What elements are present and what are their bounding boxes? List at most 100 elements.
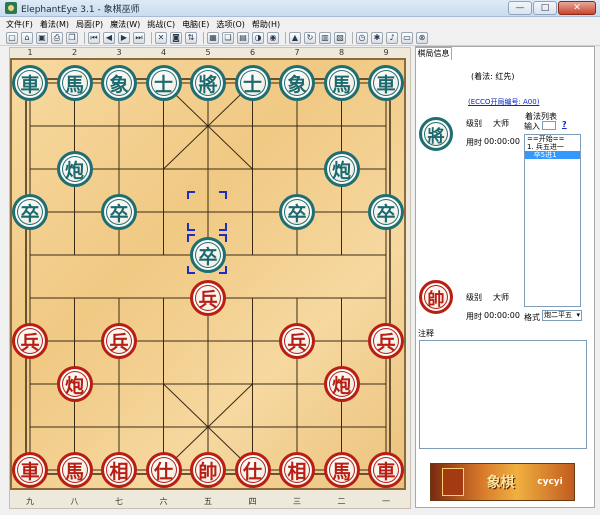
new-file-icon[interactable]: ▢ bbox=[6, 32, 18, 44]
menu-challenge[interactable]: 挑战(C) bbox=[147, 19, 175, 30]
black-piece[interactable]: 馬 bbox=[56, 65, 93, 101]
settings-icon[interactable]: ✱ bbox=[371, 32, 383, 44]
prev-move-icon[interactable]: ◀ bbox=[103, 32, 115, 44]
lock-icon[interactable]: ▲ bbox=[289, 32, 301, 44]
black-piece[interactable]: 士 bbox=[234, 65, 271, 101]
notes-textarea[interactable] bbox=[419, 340, 587, 449]
black-level: 大师 bbox=[493, 119, 509, 128]
red-piece[interactable]: 兵 bbox=[279, 323, 315, 359]
black-piece[interactable]: 象 bbox=[101, 65, 137, 101]
file-label-top: 5 bbox=[205, 48, 211, 57]
black-piece[interactable]: 象 bbox=[279, 65, 315, 101]
file-label-bottom: 二 bbox=[337, 497, 346, 506]
black-piece[interactable]: 車 bbox=[368, 65, 404, 101]
file-label-top: 7 bbox=[294, 48, 300, 57]
red-piece[interactable]: 兵 bbox=[101, 323, 137, 359]
move-list[interactable]: ==开始== 1. 兵五进一 卒5进1 bbox=[524, 134, 581, 307]
menu-help[interactable]: 帮助(H) bbox=[252, 19, 280, 30]
camera-icon[interactable]: ◙ bbox=[170, 32, 182, 44]
minimize-button[interactable]: — bbox=[508, 1, 532, 15]
red-piece[interactable]: 相 bbox=[101, 452, 137, 488]
book-icon[interactable]: ❏ bbox=[222, 32, 234, 44]
stop-icon[interactable]: ⊗ bbox=[416, 32, 428, 44]
maximize-button[interactable]: □ bbox=[533, 1, 557, 15]
flip-board-icon[interactable]: ⇅ bbox=[185, 32, 197, 44]
next-move-icon[interactable]: ▶ bbox=[118, 32, 130, 44]
black-piece[interactable]: 炮 bbox=[56, 151, 93, 187]
file-label-top: 1 bbox=[27, 48, 33, 57]
close-button[interactable]: ✕ bbox=[558, 1, 596, 15]
advert-banner[interactable]: 象棋 cycyi bbox=[430, 463, 575, 501]
game-info-panel: (着法: 红先) (ECCO开局编号: A00) 將 级别 大师 用时 00:0… bbox=[415, 46, 595, 508]
menu-computer[interactable]: 电脑(E) bbox=[182, 19, 209, 30]
black-player-avatar: 將 bbox=[419, 117, 453, 151]
screen-icon[interactable]: ▭ bbox=[401, 32, 413, 44]
menu-moves[interactable]: 着法(M) bbox=[40, 19, 69, 30]
red-piece[interactable]: 車 bbox=[368, 452, 404, 488]
black-piece[interactable]: 將 bbox=[190, 65, 226, 101]
red-piece[interactable]: 炮 bbox=[323, 366, 360, 402]
black-piece[interactable]: 卒 bbox=[368, 194, 404, 230]
red-piece[interactable]: 炮 bbox=[56, 366, 93, 402]
black-piece[interactable]: 卒 bbox=[279, 194, 315, 230]
black-level-label: 级别 bbox=[466, 119, 482, 128]
red-piece[interactable]: 馬 bbox=[56, 452, 93, 488]
black-piece[interactable]: 卒 bbox=[101, 194, 137, 230]
copy-icon[interactable]: ❐ bbox=[66, 32, 78, 44]
menu-file[interactable]: 文件(F) bbox=[6, 19, 33, 30]
move-input[interactable] bbox=[542, 121, 556, 130]
file-label-top: 3 bbox=[116, 48, 122, 57]
board-edit-icon[interactable]: ▦ bbox=[207, 32, 219, 44]
board-grid bbox=[25, 78, 391, 475]
red-piece[interactable]: 馬 bbox=[323, 452, 360, 488]
clock-icon[interactable]: ◷ bbox=[356, 32, 368, 44]
menu-bar: 文件(F) 着法(M) 局面(P) 魔法(W) 挑战(C) 电脑(E) 选项(O… bbox=[0, 17, 600, 31]
menu-position[interactable]: 局面(P) bbox=[76, 19, 103, 30]
file-label-top: 6 bbox=[249, 48, 256, 57]
black-piece[interactable]: 炮 bbox=[323, 151, 360, 187]
image-icon[interactable]: ▧ bbox=[334, 32, 346, 44]
red-piece[interactable]: 兵 bbox=[368, 323, 404, 359]
print-icon[interactable]: ⎙ bbox=[51, 32, 63, 44]
color-icon[interactable]: ◑ bbox=[252, 32, 264, 44]
file-label-top: 9 bbox=[383, 48, 389, 57]
move-list-item[interactable]: 1. 兵五进一 bbox=[525, 143, 580, 151]
red-piece[interactable]: 兵 bbox=[12, 323, 48, 359]
move-list-item[interactable]: ==开始== bbox=[525, 135, 580, 143]
tab-game-info[interactable]: 棋局信息 bbox=[415, 47, 452, 60]
chart-icon[interactable]: ▤ bbox=[237, 32, 249, 44]
move-list-item-selected[interactable]: 卒5进1 bbox=[525, 151, 580, 159]
refresh-icon[interactable]: ↻ bbox=[304, 32, 316, 44]
red-piece[interactable]: 帥 bbox=[190, 452, 226, 488]
sound-icon[interactable]: ♪ bbox=[386, 32, 398, 44]
black-piece[interactable]: 馬 bbox=[323, 65, 360, 101]
red-piece[interactable]: 仕 bbox=[234, 452, 271, 488]
delete-icon[interactable]: ✕ bbox=[155, 32, 167, 44]
red-time-label: 用时 bbox=[466, 312, 482, 321]
save-icon[interactable]: ▣ bbox=[36, 32, 48, 44]
format-select[interactable]: 炮二平五 ▾ bbox=[542, 310, 582, 321]
red-piece[interactable]: 仕 bbox=[145, 452, 182, 488]
open-folder-icon[interactable]: ⌂ bbox=[21, 32, 33, 44]
help-link[interactable]: ? bbox=[562, 120, 567, 129]
film-icon[interactable]: ▥ bbox=[319, 32, 331, 44]
black-piece[interactable]: 卒 bbox=[12, 194, 48, 230]
red-piece[interactable]: 兵 bbox=[190, 280, 226, 316]
black-piece[interactable]: 車 bbox=[12, 65, 48, 101]
black-piece[interactable]: 卒 bbox=[190, 237, 226, 273]
format-label: 格式 bbox=[524, 313, 540, 322]
menu-options[interactable]: 选项(O) bbox=[216, 19, 245, 30]
file-label-top: 8 bbox=[338, 48, 345, 57]
red-piece[interactable]: 車 bbox=[12, 452, 48, 488]
last-move-icon[interactable]: ⏭ bbox=[133, 32, 145, 44]
red-player-avatar: 帥 bbox=[419, 280, 453, 314]
eco-link[interactable]: (ECCO开局编号: A00) bbox=[468, 97, 539, 107]
eye-icon[interactable]: ◉ bbox=[267, 32, 279, 44]
menu-magic[interactable]: 魔法(W) bbox=[110, 19, 140, 30]
first-move-icon[interactable]: ⏮ bbox=[88, 32, 100, 44]
title-bar: ElephantEye 3.1 - 象棋巫师 — □ ✕ bbox=[0, 0, 600, 17]
chess-board[interactable]: 車馬象士將士象馬車炮炮卒卒卒卒卒兵兵兵兵兵炮炮車馬相仕帥仕相馬車 bbox=[10, 58, 406, 490]
red-piece[interactable]: 相 bbox=[279, 452, 315, 488]
black-piece[interactable]: 士 bbox=[145, 65, 182, 101]
move-input-label: 输入 bbox=[524, 122, 540, 131]
